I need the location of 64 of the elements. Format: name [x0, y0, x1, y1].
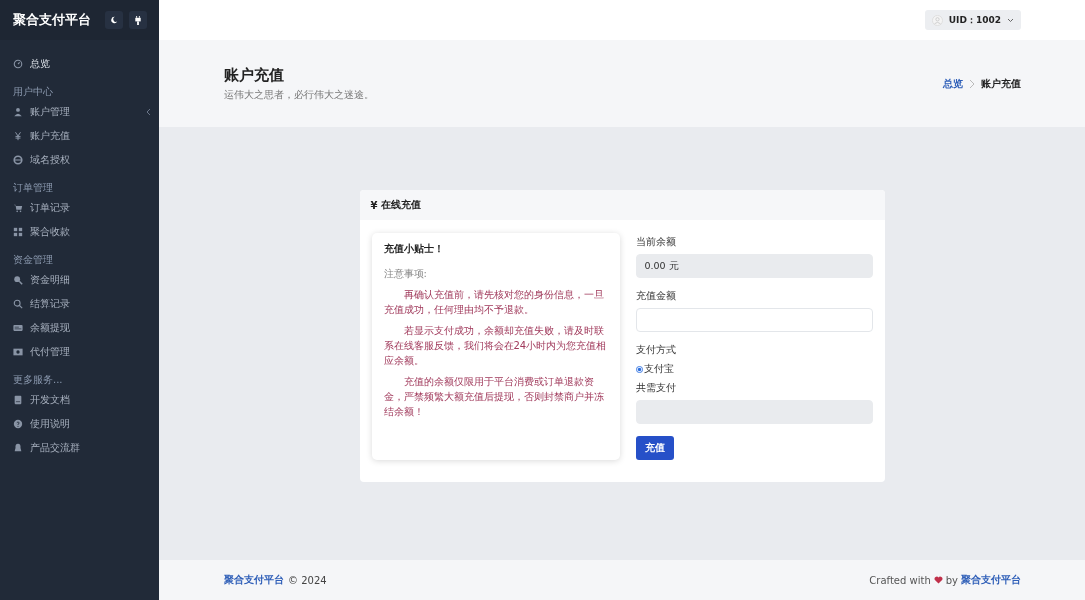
menu-item-icon: [13, 347, 23, 357]
field-label: 共需支付: [635, 381, 677, 395]
menu-item-icon: [13, 203, 23, 213]
amount-input[interactable]: [635, 308, 873, 332]
balance-field: 0.00 元: [635, 254, 873, 278]
menu-item-icon: [13, 299, 23, 309]
menu-item-icon: [13, 395, 23, 405]
menu-item[interactable]: 代付管理: [0, 340, 159, 364]
field-label: 充值金额: [635, 289, 677, 303]
avatar-icon: [931, 14, 943, 26]
menu-item[interactable]: 订单记录: [0, 196, 159, 220]
menu-item[interactable]: 开发文档: [0, 388, 159, 412]
menu-item-icon: [13, 107, 23, 117]
menu-item[interactable]: 结算记录: [0, 292, 159, 316]
tips-note: 注意事项:: [383, 267, 428, 281]
menu-item-icon: [13, 443, 23, 453]
user-menu[interactable]: UID：1002: [924, 10, 1021, 30]
credit-text: by: [945, 574, 958, 586]
menu-item-icon: [13, 323, 23, 333]
tips-title: 充值小贴士！: [383, 242, 445, 256]
footer-link[interactable]: 聚合支付平台: [961, 573, 1021, 587]
menu-item[interactable]: 余额提现: [0, 316, 159, 340]
radio-label: 支付宝: [643, 362, 674, 376]
menu-item[interactable]: 账户充值: [0, 124, 159, 148]
menu-item-icon: [13, 227, 23, 237]
tips-paragraph: 再确认充值前，请先核对您的身份信息，一旦充值成功，任何理由均不予退款。: [383, 288, 605, 317]
breadcrumb-current: 账户充值: [981, 76, 1021, 91]
menu-item-icon: [13, 155, 23, 165]
recharge-button[interactable]: 充值: [635, 436, 674, 460]
breadcrumb-link[interactable]: 总览: [943, 76, 963, 91]
field-label: 支付方式: [635, 343, 677, 357]
menu-section-title: 更多服务...: [12, 373, 64, 387]
heart-icon: [933, 576, 943, 584]
menu-item[interactable]: 使用说明: [0, 412, 159, 436]
plug-icon[interactable]: [129, 11, 147, 29]
card-title: 在线充值: [381, 198, 422, 212]
caret-icon: [1007, 17, 1014, 23]
chevron-icon: [969, 78, 975, 89]
menu-item[interactable]: 聚合收款: [0, 220, 159, 244]
menu-item[interactable]: 资金明细: [0, 268, 159, 292]
field-label: 当前余额: [635, 235, 677, 249]
menu-item-icon: [13, 131, 23, 141]
menu-section-title: 用户中心: [12, 85, 54, 99]
tips-paragraph: 充值的余额仅限用于平台消费或订单退款资金，严禁频繁大额充值后提现，否则封禁商户并冻结余额！: [383, 375, 605, 419]
moon-icon[interactable]: [105, 11, 123, 29]
currency-symbol: ¥: [370, 199, 378, 211]
page-title: 账户充值: [224, 65, 285, 85]
menu-item-icon: [13, 275, 23, 285]
chevron-icon: [145, 108, 151, 116]
brand-name: 聚合支付平台: [13, 11, 92, 29]
menu-section-title: 订单管理: [12, 181, 54, 195]
credit-text: Crafted with: [869, 574, 931, 586]
menu-item[interactable]: 产品交流群: [0, 436, 159, 460]
copyright-text: © 2024: [288, 574, 327, 586]
radio-button[interactable]: [635, 365, 643, 373]
menu-item[interactable]: 域名授权: [0, 148, 159, 172]
menu-item[interactable]: 总览: [0, 52, 159, 76]
footer-link[interactable]: 聚合支付平台: [224, 573, 284, 587]
menu-item[interactable]: 账户管理: [0, 100, 159, 124]
menu-section-title: 资金管理: [12, 253, 54, 267]
page-subtitle: 运伟大之思者，必行伟大之迷途。: [224, 87, 375, 102]
tips-paragraph: 若显示支付成功，余额却充值失败，请及时联系在线客服反馈，我们将会在24小时内为您充值相应余额。: [383, 324, 608, 368]
menu-item-icon: [13, 59, 23, 69]
menu-item-icon: [13, 419, 23, 429]
